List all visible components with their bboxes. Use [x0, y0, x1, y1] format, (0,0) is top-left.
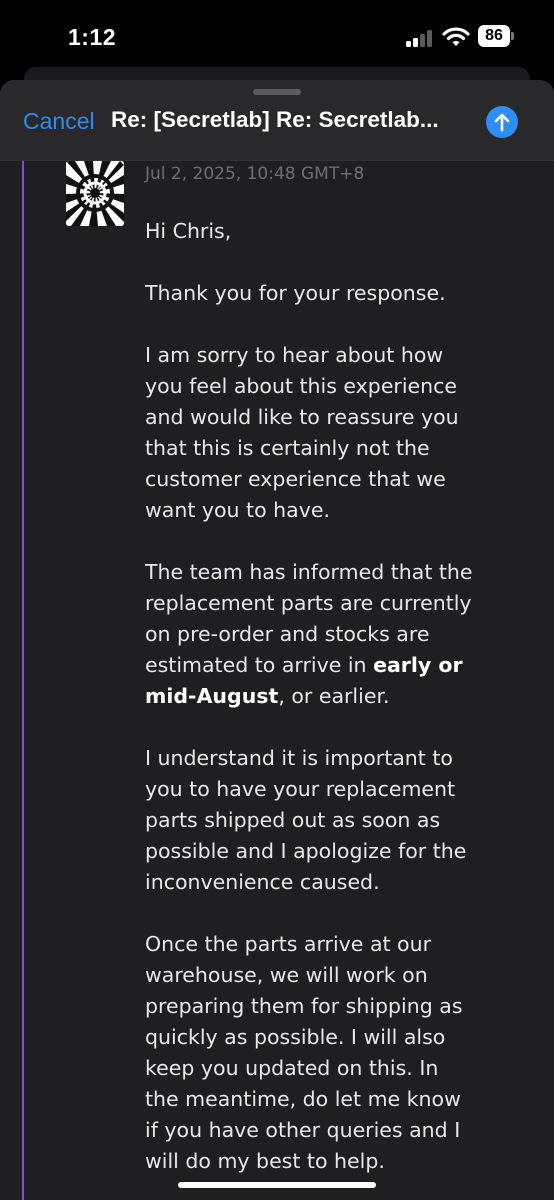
- paragraph-line: you feel about this experience: [145, 374, 458, 398]
- paragraph-line: want you to have.: [145, 498, 330, 522]
- paragraph-line: quickly as possible. I will also: [145, 1025, 446, 1049]
- paragraph-line: parts shipped out as soon as: [145, 808, 441, 832]
- paragraph-line: keep you updated on this. In: [145, 1056, 439, 1080]
- message-date: Jul 2, 2025, 10:48 GMT+8: [145, 164, 365, 184]
- paragraph-line: warehouse, we will work on: [145, 963, 428, 987]
- bold-text: mid-August: [145, 684, 279, 708]
- arrow-up-icon: [494, 113, 510, 132]
- paragraph-line: and would like to reassure you: [145, 405, 459, 429]
- paragraph-line: I am sorry to hear about how: [145, 343, 444, 367]
- paragraph-line: inconvenience caused.: [145, 870, 380, 894]
- paragraph-line: if you have other queries and I: [145, 1118, 461, 1142]
- status-bar: 1:12 86: [0, 0, 554, 72]
- send-button[interactable]: [486, 106, 518, 138]
- home-indicator[interactable]: [178, 1182, 376, 1188]
- paragraph-line: on pre-order and stocks are: [145, 622, 430, 646]
- paragraph-line: Once the parts arrive at our: [145, 932, 432, 956]
- wifi-icon: [442, 26, 470, 48]
- paragraph-line: mid-August, or earlier.: [145, 681, 545, 712]
- paragraph-line: the meantime, do let me know: [145, 1087, 461, 1111]
- quote-bar: [22, 161, 24, 1200]
- sheet-grabber[interactable]: [253, 89, 301, 95]
- text-span: estimated to arrive in: [145, 653, 374, 677]
- paragraph-line: preparing them for shipping as: [145, 994, 463, 1018]
- message-body: Hi Chris, Thank you for your response. I…: [145, 216, 545, 1177]
- clock: 1:12: [68, 24, 117, 50]
- compose-header: Cancel Re: [Secretlab] Re: Secretlab...: [0, 80, 554, 161]
- paragraph-line: estimated to arrive in early or: [145, 650, 545, 681]
- paragraph-line: that this is certainly not the: [145, 436, 430, 460]
- paragraph-line: possible and I apologize for the: [145, 839, 467, 863]
- battery-level: 86: [478, 25, 510, 47]
- paragraph-line: you to have your replacement: [145, 777, 456, 801]
- subject-title: Re: [Secretlab] Re: Secretlab...: [111, 107, 439, 132]
- text-span: , or earlier.: [278, 684, 390, 708]
- paragraph-line: will do my best to help.: [145, 1149, 385, 1173]
- battery-icon: 86: [478, 25, 514, 47]
- paragraph-line: replacement parts are currently: [145, 591, 472, 615]
- quoted-message: Jul 2, 2025, 10:48 GMT+8 Hi Chris, Thank…: [0, 161, 554, 1200]
- cancel-button[interactable]: Cancel: [23, 108, 95, 135]
- avatar: [66, 161, 124, 226]
- paragraph-line: Thank you for your response.: [145, 281, 446, 305]
- bold-text: early or: [373, 653, 463, 677]
- compose-sheet: Cancel Re: [Secretlab] Re: Secretlab...: [0, 80, 554, 1200]
- paragraph-line: The team has informed that the: [145, 560, 473, 584]
- greeting: Hi Chris,: [145, 219, 232, 243]
- paragraph-line: I understand it is important to: [145, 746, 453, 770]
- paragraph-line: customer experience that we: [145, 467, 446, 491]
- cellular-signal-icon: [406, 29, 434, 47]
